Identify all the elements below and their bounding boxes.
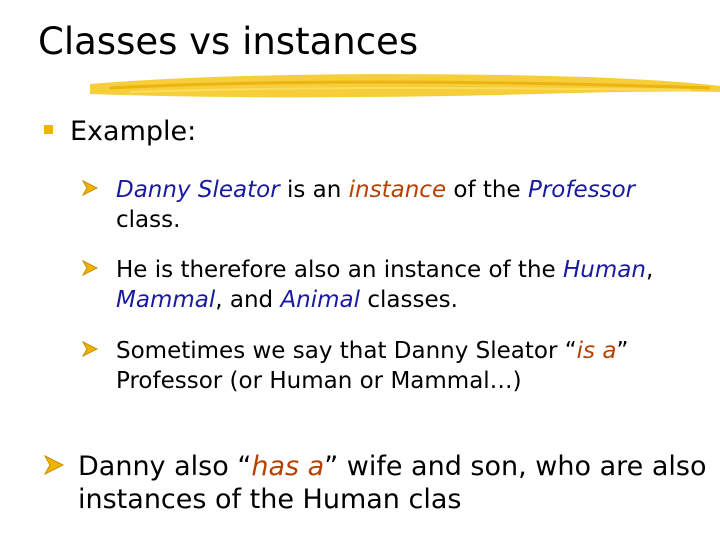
example-heading: Example: — [70, 116, 197, 147]
arrow-bullet-icon — [81, 340, 99, 358]
bullet-item-1: Danny Sleator is an instance of the Prof… — [116, 177, 636, 233]
arrow-bullet-icon — [43, 454, 65, 476]
arrow-bullet-icon — [81, 259, 99, 277]
title-underline-brushstroke — [90, 74, 720, 98]
square-bullet-icon — [44, 125, 53, 134]
bullet-item-2: He is therefore also an instance of the … — [116, 257, 654, 313]
bullet-item-3: Sometimes we say that Danny Sleator “is … — [116, 338, 629, 394]
arrow-bullet-icon — [81, 179, 99, 197]
slide-title: Classes vs instances — [38, 20, 419, 63]
bottom-bullet-item: Danny also “has a” wife and son, who are… — [78, 451, 707, 515]
